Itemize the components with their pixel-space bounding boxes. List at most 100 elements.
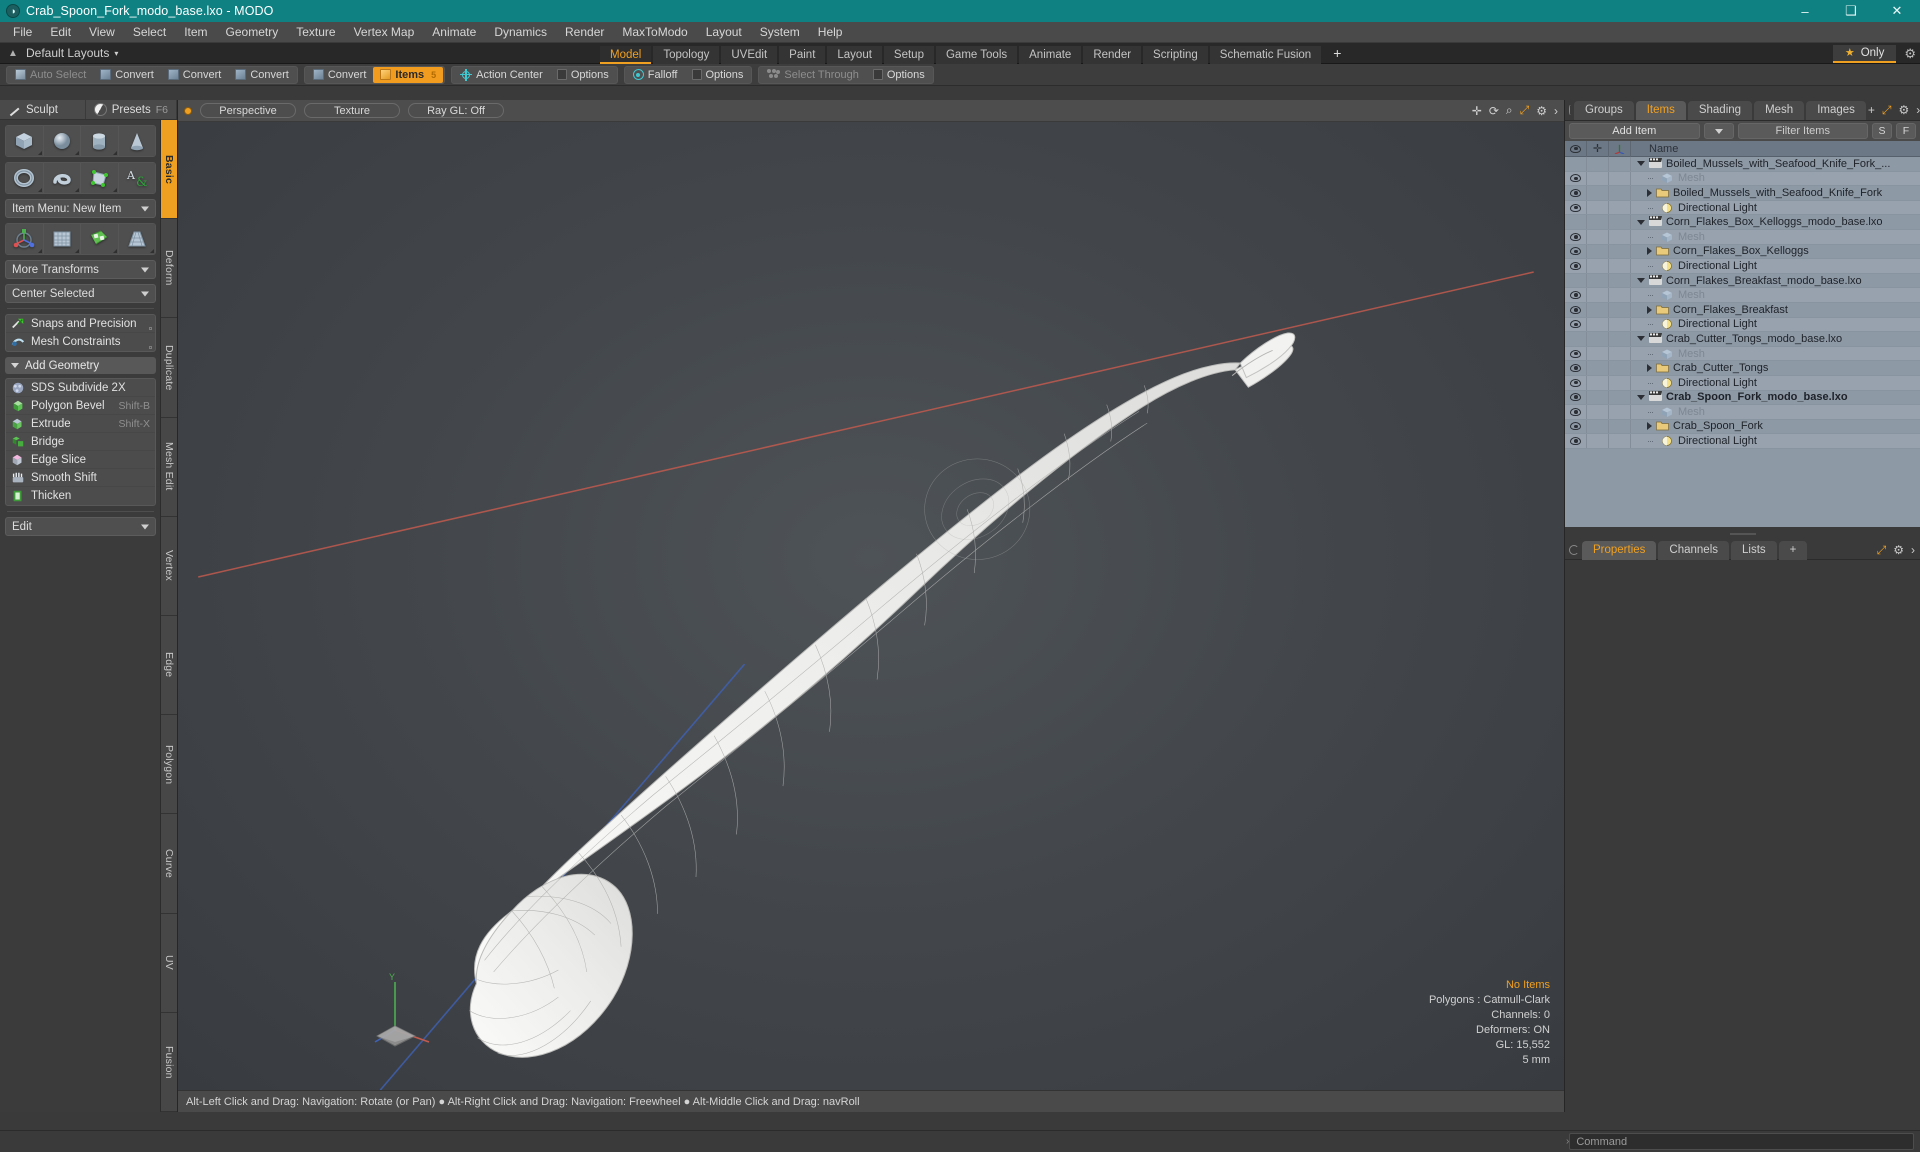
menu-animate[interactable]: Animate (423, 22, 485, 43)
cylinder-primitive-button[interactable] (81, 126, 119, 156)
tree-item-name-cell[interactable]: ··· Directional Light (1631, 377, 1920, 389)
vtab-duplicate[interactable]: Duplicate (161, 318, 177, 418)
options-button[interactable]: Options (550, 67, 616, 83)
tree-item-name-cell[interactable]: Crab_Spoon_Fork (1631, 420, 1920, 432)
spiral-primitive-button[interactable] (43, 163, 81, 193)
layout-up-arrow-icon[interactable]: ▲ (6, 46, 20, 60)
gear-icon[interactable]: ⚙ (1904, 46, 1916, 62)
lock-cell[interactable] (1587, 157, 1609, 171)
layout-tab-paint[interactable]: Paint (779, 45, 826, 64)
tree-row[interactable]: ··· Mesh (1565, 229, 1920, 245)
sds-subdivide-2x-button[interactable]: SDS Subdivide 2X (6, 379, 155, 397)
add-geometry-group-header[interactable]: Add Geometry (5, 357, 156, 374)
tree-item-name-cell[interactable]: ··· Mesh (1631, 289, 1920, 301)
vtab-basic[interactable]: Basic (161, 120, 177, 220)
lock-cell[interactable] (1587, 317, 1609, 332)
tree-item-name-cell[interactable]: Corn_Flakes_Box_Kelloggs (1631, 245, 1920, 257)
visibility-toggle[interactable] (1565, 259, 1587, 273)
tree-item-name-cell[interactable]: Corn_Flakes_Box_Kelloggs_modo_base.lxo (1631, 216, 1920, 228)
tab-items[interactable]: Items (1635, 100, 1686, 120)
add-item-button[interactable]: Add Item (1569, 123, 1700, 139)
item-tree[interactable]: Boiled_Mussels_with_Seafood_Knife_Fork_.… (1565, 157, 1920, 527)
extrude-button[interactable]: Extrude Shift-X (6, 415, 155, 433)
tree-row[interactable]: Boiled_Mussels_with_Seafood_Knife_Fork (1565, 186, 1920, 201)
chevron-right-icon[interactable] (1647, 188, 1652, 197)
edge-slice-button[interactable]: Edge Slice (6, 451, 155, 469)
close-button[interactable]: ✕ (1874, 0, 1920, 22)
lock-cell[interactable] (1587, 419, 1609, 434)
visibility-toggle[interactable] (1565, 200, 1587, 215)
tree-item-name-cell[interactable]: ··· Directional Light (1631, 435, 1920, 447)
menu-vertex-map[interactable]: Vertex Map (345, 22, 424, 43)
menu-view[interactable]: View (80, 22, 124, 43)
tree-row[interactable]: Crab_Cutter_Tongs (1565, 361, 1920, 376)
edit-dropdown[interactable]: Edit (5, 517, 156, 536)
tree-item-name-cell[interactable]: ··· Directional Light (1631, 260, 1920, 272)
transform-cell[interactable] (1609, 200, 1631, 215)
visibility-toggle[interactable] (1565, 302, 1587, 317)
lock-cell[interactable] (1587, 302, 1609, 317)
tree-row[interactable]: ··· Directional Light (1565, 317, 1920, 333)
axis-gizmo[interactable]: Y (373, 968, 443, 1048)
menu-system[interactable]: System (751, 22, 809, 43)
select-through-button[interactable]: Select Through (760, 67, 865, 83)
mesh-constraints-button[interactable]: Mesh Constraints (6, 333, 155, 351)
vtab-fusion[interactable]: Fusion (161, 1012, 177, 1112)
tree-item-name-cell[interactable]: Corn_Flakes_Breakfast_modo_base.lxo (1631, 274, 1920, 287)
visibility-toggle[interactable] (1565, 229, 1587, 244)
settings-icon[interactable]: ⚙ (1536, 104, 1547, 118)
tab-shading[interactable]: Shading (1687, 100, 1753, 120)
polygon-bevel-button[interactable]: Polygon Bevel Shift-B (6, 397, 155, 415)
tree-row[interactable]: Corn_Flakes_Breakfast_modo_base.lxo (1565, 273, 1920, 289)
visibility-toggle[interactable] (1565, 434, 1587, 448)
layout-tab-schematic-fusion[interactable]: Schematic Fusion (1209, 45, 1322, 64)
visibility-toggle[interactable] (1565, 346, 1587, 361)
menu-render[interactable]: Render (556, 22, 613, 43)
tree-item-name-cell[interactable]: Corn_Flakes_Breakfast (1631, 304, 1920, 316)
expand-icon[interactable]: ⤢ (1877, 543, 1887, 558)
layout-tab-game-tools[interactable]: Game Tools (935, 45, 1018, 64)
lock-cell[interactable] (1587, 171, 1609, 186)
lock-cell[interactable] (1587, 361, 1609, 375)
move-icon[interactable]: ✛ (1472, 104, 1482, 118)
tree-row[interactable]: Crab_Cutter_Tongs_modo_base.lxo (1565, 332, 1920, 347)
tab-lists[interactable]: Lists (1731, 540, 1777, 560)
menu-select[interactable]: Select (124, 22, 175, 43)
lock-cell[interactable] (1587, 405, 1609, 419)
vtab-edge[interactable]: Edge (161, 616, 177, 716)
chevron-down-icon[interactable] (1637, 336, 1645, 342)
viewport-3d[interactable]: Y No Items Polygons : Catmull-Clark Chan… (178, 122, 1564, 1090)
text-primitive-button[interactable]: A & (118, 163, 155, 193)
layout-tab-topology[interactable]: Topology (653, 45, 720, 64)
tree-item-name-cell[interactable]: Boiled_Mussels_with_Seafood_Knife_Fork (1631, 187, 1920, 199)
sphere-primitive-button[interactable] (43, 126, 81, 156)
visibility-toggle[interactable] (1565, 361, 1587, 375)
visibility-toggle[interactable] (1565, 244, 1587, 259)
layout-preset-area[interactable]: ▲ Default Layouts ▾ (0, 46, 600, 60)
bend-tool-button[interactable] (43, 224, 81, 254)
convert-button[interactable]: Convert (228, 67, 296, 83)
menu-dynamics[interactable]: Dynamics (485, 22, 556, 43)
more-transforms-dropdown[interactable]: More Transforms (5, 260, 156, 279)
tree-row[interactable]: ··· Mesh (1565, 346, 1920, 362)
vtab-mesh-edit[interactable]: Mesh Edit (161, 417, 177, 517)
filter-items-input[interactable]: Filter Items (1737, 123, 1868, 139)
cone-primitive-button[interactable] (118, 126, 155, 156)
zoom-icon[interactable]: ⌕ (1506, 103, 1513, 118)
lock-cell[interactable] (1587, 346, 1609, 361)
tree-item-name-cell[interactable]: Crab_Cutter_Tongs (1631, 362, 1920, 374)
convert-button[interactable]: Convert (93, 67, 161, 83)
tab-channels[interactable]: Channels (1658, 540, 1730, 560)
transform-cell[interactable] (1609, 288, 1631, 302)
action-center-button[interactable]: Action Center (453, 67, 550, 83)
visibility-toggle[interactable] (1565, 288, 1587, 302)
tree-item-name-cell[interactable]: ··· Directional Light (1631, 202, 1920, 214)
tree-row[interactable]: Crab_Spoon_Fork (1565, 419, 1920, 435)
menu-item[interactable]: Item (175, 22, 216, 43)
lock-cell[interactable] (1587, 332, 1609, 346)
transform-cell[interactable] (1609, 157, 1631, 171)
expand-icon[interactable]: ⤢ (1882, 103, 1892, 118)
layout-tab-layout[interactable]: Layout (827, 45, 882, 64)
transform-cell[interactable] (1609, 215, 1631, 229)
viewport-menu-dot-icon[interactable] (184, 106, 192, 115)
